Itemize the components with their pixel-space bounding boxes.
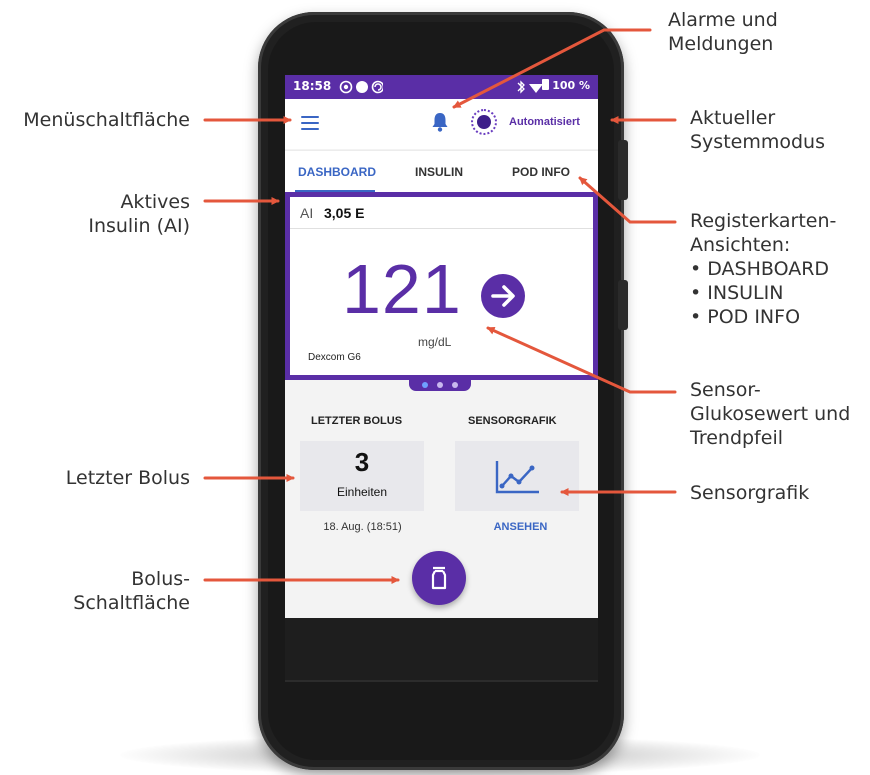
callout-tab-list: • DASHBOARD • INSULIN • POD INFO [690,258,830,328]
callout-bolus-button: Bolus- Schaltfläche [73,568,190,614]
callout-system-mode: Aktueller Systemmodus [690,107,825,153]
callout-last-bolus: Letzter Bolus [65,467,190,489]
callout-active-insulin: Aktives Insulin (AI) [88,191,190,237]
callout-menu-button: Menüschaltfläche [23,109,190,131]
callout-alarms: Alarme und Meldungen [668,9,778,55]
callout-tab-views: Registerkarten- Ansichten: • DASHBOARD •… [690,210,837,328]
callout-sensor-glucose: Sensor- Glukosewert und Trendpfeil [690,379,851,449]
callout-sensor-graph: Sensorgrafik [690,482,810,504]
